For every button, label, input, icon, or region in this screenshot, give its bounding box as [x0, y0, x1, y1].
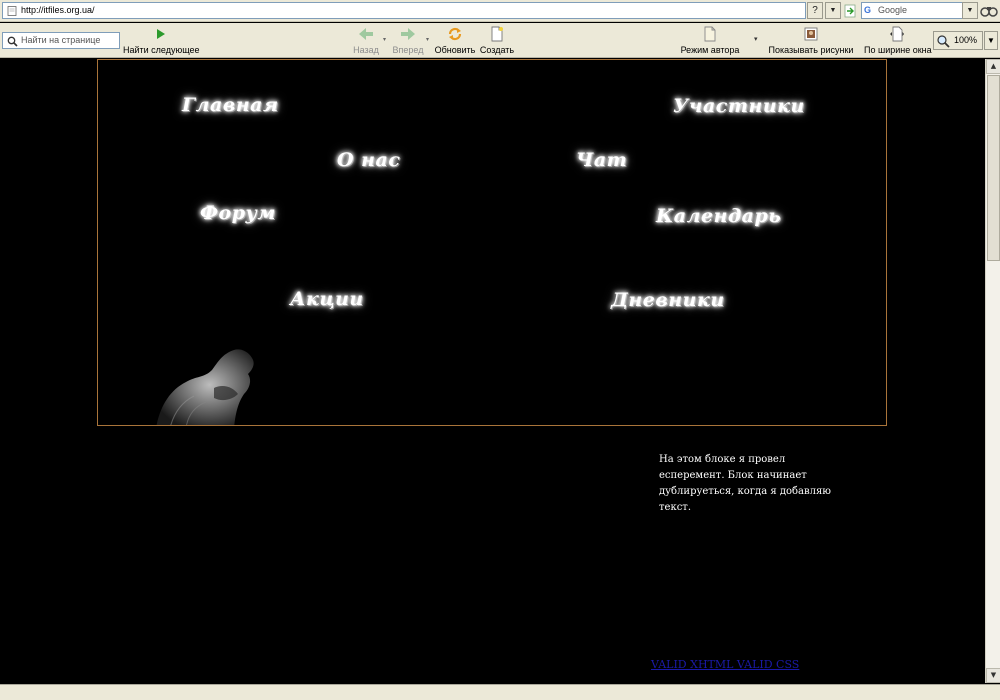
- refresh-button[interactable]: Обновить: [433, 25, 477, 57]
- zoom-control[interactable]: 100%: [933, 31, 983, 50]
- fit-width-icon: [890, 26, 904, 42]
- refresh-label: Обновить: [434, 45, 476, 55]
- refresh-icon: [448, 27, 462, 41]
- nav-link-home[interactable]: Главная: [182, 94, 279, 116]
- zoom-dropdown-button[interactable]: ▼: [984, 31, 998, 50]
- status-bar: [0, 684, 1000, 700]
- nav-link-diaries[interactable]: Дневники: [611, 289, 725, 311]
- back-button[interactable]: Назад: [350, 25, 382, 57]
- header-banner: Главная Участники О нас Чат Форум Календ…: [97, 59, 887, 426]
- show-images-label: Показывать рисунки: [768, 45, 854, 55]
- forward-history-dropdown[interactable]: ▾: [426, 36, 429, 43]
- find-next-label: Найти следующее: [123, 45, 200, 55]
- document-icon: [704, 26, 716, 42]
- author-mode-button[interactable]: Режим автора: [680, 25, 740, 57]
- back-arrow-icon: [359, 28, 373, 40]
- back-history-dropdown[interactable]: ▾: [383, 36, 386, 43]
- nav-link-calendar[interactable]: Календарь: [656, 205, 781, 227]
- play-icon: [157, 29, 165, 39]
- zoom-value: 100%: [954, 35, 978, 45]
- find-next-button[interactable]: Найти следующее: [123, 25, 200, 57]
- search-engine-label: Google: [878, 5, 908, 15]
- nav-link-promotions[interactable]: Акции: [290, 288, 364, 310]
- google-icon: G: [864, 5, 872, 15]
- author-mode-dropdown[interactable]: ▾: [754, 35, 758, 43]
- nav-link-about[interactable]: О нас: [337, 149, 400, 171]
- page-icon: [7, 6, 17, 16]
- toolbar: Найти на странице Найти следующее Назад …: [0, 23, 1000, 58]
- fit-width-label: По ширине окна: [864, 45, 932, 55]
- find-placeholder: Найти на странице: [21, 35, 101, 45]
- address-dropdown-button[interactable]: ▼: [825, 2, 841, 19]
- zoom-magnifier-icon: [937, 35, 950, 48]
- scroll-thumb[interactable]: [987, 75, 1000, 261]
- author-mode-label: Режим автора: [680, 45, 740, 55]
- find-on-page-input[interactable]: Найти на странице: [2, 32, 120, 49]
- help-button[interactable]: ?: [807, 2, 823, 19]
- image-icon: [804, 27, 818, 41]
- go-icon[interactable]: [844, 4, 857, 18]
- fit-width-button[interactable]: По ширине окна: [864, 25, 932, 57]
- howling-wolf-image: [156, 349, 254, 425]
- forward-arrow-icon: [401, 28, 415, 40]
- validator-link[interactable]: VALID XHTML VALID CSS: [651, 658, 799, 671]
- create-button[interactable]: Создать: [478, 25, 516, 57]
- forward-button[interactable]: Вперед: [390, 25, 426, 57]
- address-input[interactable]: http://itfiles.org.ua/: [2, 2, 806, 19]
- nav-link-members[interactable]: Участники: [673, 95, 805, 117]
- show-images-button[interactable]: Показывать рисунки: [768, 25, 854, 57]
- scroll-down-arrow-icon[interactable]: ▼: [986, 668, 1000, 683]
- search-dropdown-button[interactable]: ▼: [962, 2, 978, 19]
- vertical-scrollbar[interactable]: ▲ ▼: [985, 59, 1000, 683]
- experiment-note: На этом блоке я провел есперемент. Блок …: [659, 454, 831, 513]
- binoculars-icon[interactable]: [980, 3, 998, 18]
- scroll-up-arrow-icon[interactable]: ▲: [986, 59, 1000, 74]
- nav-link-chat[interactable]: Чат: [576, 149, 627, 171]
- page-viewport: Главная Участники О нас Чат Форум Календ…: [0, 59, 984, 683]
- forward-label: Вперед: [392, 45, 424, 55]
- create-label: Создать: [479, 45, 515, 55]
- address-bar-row: http://itfiles.org.ua/ ? ▼ G Google ▼: [0, 0, 1000, 22]
- magnifier-icon: [7, 36, 18, 47]
- nav-link-forum[interactable]: Форум: [200, 202, 276, 224]
- back-label: Назад: [353, 45, 379, 55]
- search-engine-field[interactable]: G Google: [861, 2, 975, 19]
- address-text: http://itfiles.org.ua/: [21, 5, 95, 15]
- new-page-icon: [491, 26, 503, 42]
